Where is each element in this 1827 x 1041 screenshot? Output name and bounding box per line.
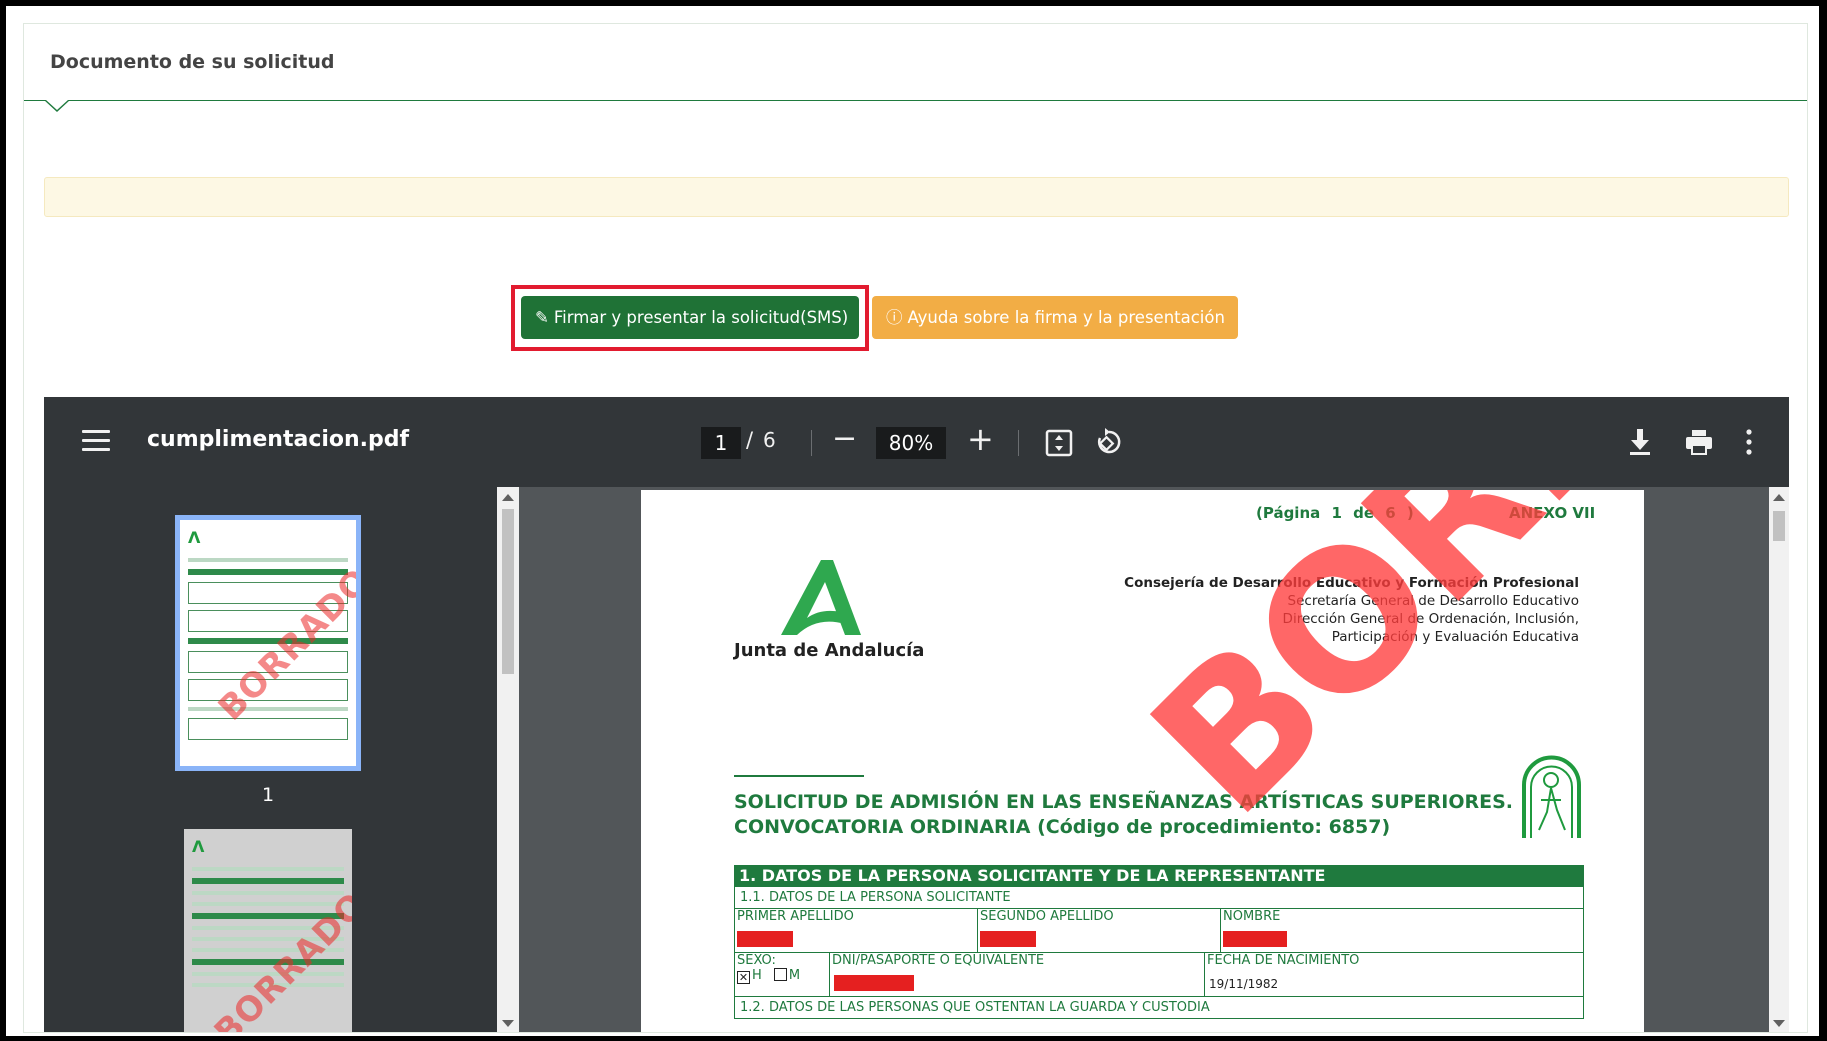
sex-m-label: M (788, 968, 801, 983)
pdf-filename: cumplimentacion.pdf (147, 427, 410, 452)
dni-cell: DNI/PASAPORTE O EQUIVALENTE (830, 953, 1205, 996)
sex-dni-row: SEXO: ✕ H M DNI/PASAPORTE O EQUIVALENTE F… (734, 953, 1584, 997)
birthdate-label: FECHA DE NACIMIENTO (1207, 953, 1360, 968)
page-number-input[interactable]: 1 (701, 427, 741, 459)
first-surname-label: PRIMER APELLIDO (737, 909, 854, 924)
pdf-page: (Página 1 de 6 ) ANEXO VII Junta de Anda… (641, 490, 1644, 1032)
header-caret (44, 100, 70, 113)
scroll-down-arrow[interactable] (1773, 1020, 1785, 1027)
actions-bar: ✎ Firmar y presentar la solicitud(SMS) ⓘ A… (24, 285, 1807, 365)
sex-h-label: H (752, 968, 762, 983)
zoom-out-button[interactable]: − (832, 421, 857, 456)
edit-icon: ✎ (535, 308, 549, 327)
names-row: PRIMER APELLIDO SEGUNDO APELLIDO NOMBRE (734, 909, 1584, 953)
document-card: Documento de su solicitud ✎ Firmar y pres… (23, 23, 1808, 1033)
sidebar-scroll-thumb[interactable] (502, 509, 514, 674)
total-pages: 6 (763, 428, 776, 452)
menu-icon[interactable] (82, 430, 110, 452)
card-header: Documento de su solicitud (24, 24, 1807, 112)
redacted-value (737, 931, 793, 947)
first-surname-cell: PRIMER APELLIDO (735, 909, 978, 952)
birthdate-value: 19/11/1982 (1209, 977, 1279, 991)
dni-label: DNI/PASAPORTE O EQUIVALENTE (832, 953, 1045, 968)
signing-help-label: Ayuda sobre la firma y la presentación (907, 308, 1225, 327)
page-thumbnail-1[interactable]: Λ BORRADOR (175, 515, 361, 771)
toolbar-divider (1018, 430, 1019, 456)
second-surname-cell: SEGUNDO APELLIDO (978, 909, 1221, 952)
sign-submit-button[interactable]: ✎ Firmar y presentar la solicitud(SMS) (521, 296, 859, 339)
section-1-2-header: 1.2. DATOS DE LAS PERSONAS QUE OSTENTAN … (734, 997, 1584, 1019)
pdf-viewer: cumplimentacion.pdf 1 / 6 − 80% + Λ BORR… (44, 397, 1789, 1032)
download-icon[interactable] (1627, 427, 1653, 457)
org-name: Junta de Andalucía (734, 640, 925, 661)
fit-page-icon[interactable] (1044, 428, 1074, 458)
title-rule (734, 775, 864, 777)
seal-icon (1522, 755, 1581, 838)
print-icon[interactable] (1684, 428, 1714, 456)
document-scrollbar[interactable] (1769, 487, 1789, 1032)
thumbnail-label: 1 (261, 784, 275, 806)
card-title: Documento de su solicitud (50, 51, 335, 73)
document-scroll-thumb[interactable] (1773, 511, 1785, 541)
notice-banner (44, 177, 1789, 217)
page-thumbnail-2[interactable]: Λ BORRADOR (184, 829, 352, 1032)
pdf-toolbar: cumplimentacion.pdf 1 / 6 − 80% + (44, 397, 1789, 487)
second-surname-label: SEGUNDO APELLIDO (980, 909, 1114, 924)
birthdate-cell: FECHA DE NACIMIENTO 19/11/1982 (1205, 953, 1583, 996)
document-title: SOLICITUD DE ADMISIÓN EN LAS ENSEÑANZAS … (734, 791, 1514, 838)
sex-cell: SEXO: ✕ H M (735, 953, 830, 996)
app-frame: Documento de su solicitud ✎ Firmar y pres… (6, 6, 1819, 1036)
zoom-input[interactable]: 80% (876, 427, 946, 459)
redacted-value (1223, 931, 1287, 947)
redacted-value (980, 931, 1036, 947)
signing-help-button[interactable]: ⓘ Ayuda sobre la firma y la presentación (872, 296, 1238, 339)
sidebar-scrollbar[interactable] (497, 487, 519, 1032)
page-separator: / (746, 428, 754, 452)
section-1-1-header: 1.1. DATOS DE LA PERSONA SOLICITANTE (734, 887, 1584, 909)
redacted-value (834, 975, 914, 991)
name-label: NOMBRE (1223, 909, 1281, 924)
rotate-icon[interactable] (1093, 426, 1125, 458)
junta-logo-icon (781, 560, 861, 635)
more-options-icon[interactable] (1744, 427, 1754, 457)
sex-label: SEXO: (737, 953, 776, 968)
scroll-down-arrow[interactable] (502, 1020, 514, 1027)
thumbnail-sidebar: Λ BORRADOR 1 Λ BORRADOR (44, 487, 519, 1032)
sex-h-checkbox: ✕ (737, 971, 750, 984)
sex-m-checkbox (773, 968, 787, 981)
section-1-header: 1. DATOS DE LA PERSONA SOLICITANTE Y DE … (734, 865, 1584, 887)
scroll-up-arrow[interactable] (1773, 494, 1785, 501)
info-icon: ⓘ (886, 308, 903, 327)
zoom-in-button[interactable]: + (967, 420, 994, 458)
toolbar-divider (811, 430, 812, 456)
sign-submit-label: Firmar y presentar la solicitud(SMS) (553, 308, 849, 327)
scroll-up-arrow[interactable] (502, 494, 514, 501)
name-cell: NOMBRE (1221, 909, 1583, 952)
